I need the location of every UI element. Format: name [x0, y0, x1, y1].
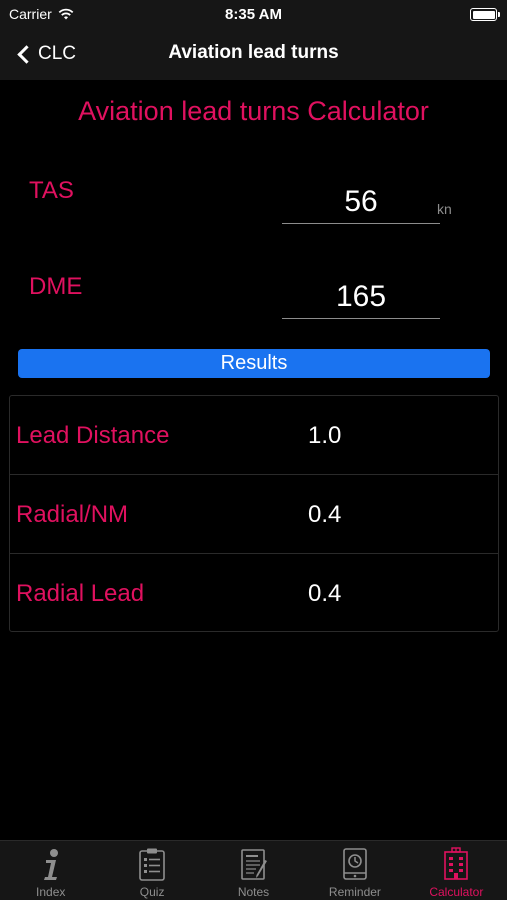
dme-label: DME	[29, 273, 83, 300]
result-row-radial-lead: Radial Lead 0.4	[10, 554, 498, 633]
tas-unit-label: kn	[437, 201, 452, 217]
tas-input[interactable]	[282, 180, 440, 224]
tab-label: Notes	[237, 885, 270, 899]
dme-input[interactable]	[282, 275, 440, 319]
tab-notes[interactable]: Notes	[203, 841, 304, 900]
result-label: Radial Lead	[16, 580, 145, 607]
tab-label: Index	[36, 885, 66, 899]
status-time: 8:35 AM	[225, 6, 282, 23]
calculator-title: Aviation lead turns Calculator	[78, 96, 429, 126]
tab-label: Quiz	[139, 885, 165, 899]
calculator-building-icon	[444, 847, 469, 880]
result-label: Radial/NM	[16, 501, 129, 528]
clock-device-icon	[343, 848, 367, 880]
info-icon	[43, 849, 58, 880]
tab-label: Calculator	[429, 885, 484, 899]
tab-reminder[interactable]: Reminder	[304, 841, 405, 900]
notes-icon	[240, 849, 267, 880]
battery-icon	[470, 8, 500, 21]
result-label: Lead Distance	[16, 422, 170, 449]
clipboard-list-icon	[139, 848, 165, 881]
status-bar: Carrier 8:35 AM	[0, 0, 507, 30]
tab-calculator[interactable]: Calculator	[406, 841, 507, 900]
results-button[interactable]: Results	[18, 349, 490, 378]
result-value: 0.4	[308, 580, 342, 607]
tas-label: TAS	[29, 177, 74, 204]
tab-bar: Index Quiz Notes Reminder Calculator	[0, 840, 507, 900]
result-row-lead-distance: Lead Distance 1.0	[10, 396, 498, 475]
result-value: 0.4	[308, 501, 342, 528]
result-row-radial-nm: Radial/NM 0.4	[10, 475, 498, 554]
page-title: Aviation lead turns	[168, 42, 339, 63]
tab-index[interactable]: Index	[0, 841, 101, 900]
results-button-label: Results	[220, 352, 288, 374]
results-table: Lead Distance 1.0 Radial/NM 0.4 Radial L…	[9, 395, 499, 632]
result-value: 1.0	[308, 422, 342, 449]
navigation-bar: CLC Aviation lead turns	[0, 30, 507, 80]
tab-quiz[interactable]: Quiz	[101, 841, 202, 900]
tab-label: Reminder	[328, 885, 381, 899]
